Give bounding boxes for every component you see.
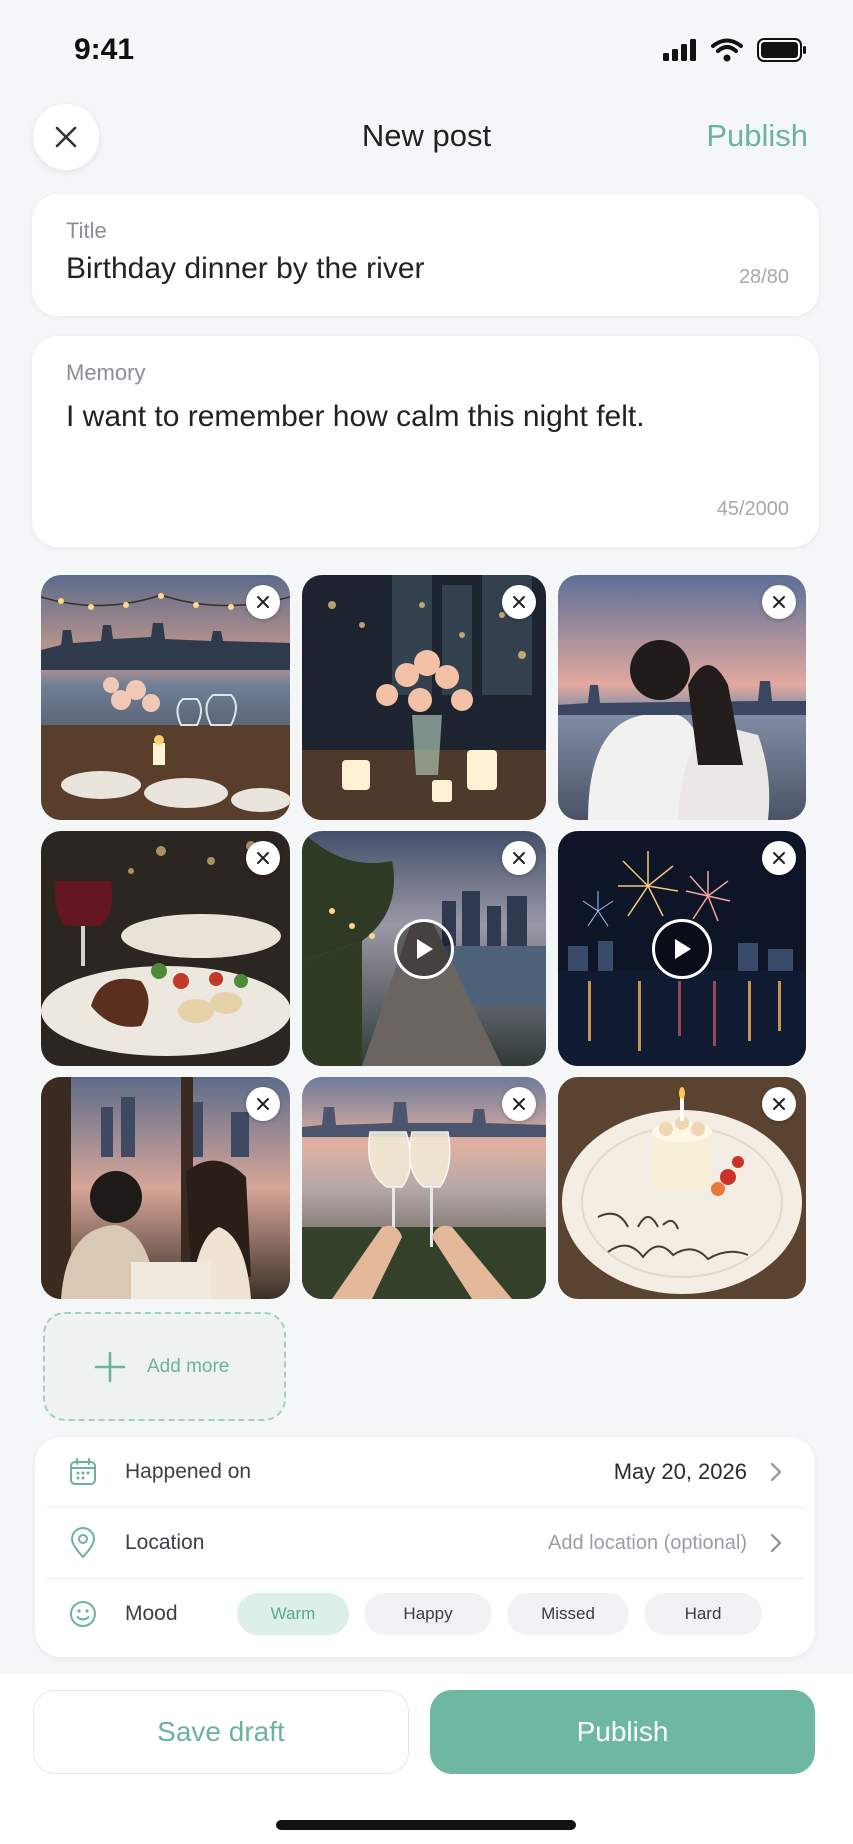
- wifi-icon: [711, 38, 743, 62]
- play-video-button[interactable]: [652, 918, 712, 979]
- mood-chip-hard[interactable]: Hard: [644, 1593, 762, 1635]
- memory-label: Memory: [66, 360, 146, 385]
- status-bar: 9:41: [0, 0, 853, 100]
- memory-textarea[interactable]: I want to remember how calm this night f…: [66, 400, 645, 434]
- title-field[interactable]: Title Birthday dinner by the river 28/80: [32, 194, 819, 316]
- calendar-icon: [63, 1457, 103, 1487]
- remove-media-button[interactable]: [762, 1087, 796, 1121]
- mood-label: Mood: [125, 1602, 178, 1625]
- play-video-button[interactable]: [394, 918, 454, 979]
- mood-chips: Warm Happy Missed Hard: [237, 1593, 762, 1635]
- battery-icon: [757, 38, 806, 62]
- location-input[interactable]: Add location (optional): [548, 1532, 747, 1555]
- location-label: Location: [125, 1531, 205, 1554]
- media-tile[interactable]: [558, 575, 806, 820]
- top-bar: New post Publish: [0, 100, 853, 180]
- close-icon: [513, 596, 525, 608]
- remove-media-button[interactable]: [246, 841, 280, 875]
- close-icon: [773, 852, 785, 864]
- title-input[interactable]: Birthday dinner by the river: [66, 252, 425, 286]
- close-icon: [513, 1098, 525, 1110]
- date-label: Happened on: [125, 1460, 252, 1483]
- close-icon: [773, 596, 785, 608]
- add-more-button[interactable]: Add more: [43, 1312, 286, 1421]
- media-tile[interactable]: [302, 575, 546, 820]
- remove-media-button[interactable]: [502, 585, 536, 619]
- bottom-action-bar: Save draft Publish: [0, 1674, 853, 1844]
- media-tile[interactable]: [302, 1077, 546, 1299]
- memory-counter: 45/2000: [716, 498, 789, 520]
- play-icon: [417, 938, 433, 959]
- play-icon: [675, 938, 691, 959]
- location-row[interactable]: Location Add location (optional): [45, 1508, 805, 1578]
- details-card: Happened on May 20, 2026 Location Add lo…: [35, 1437, 815, 1657]
- date-row[interactable]: Happened on May 20, 2026: [45, 1437, 805, 1507]
- smile-icon: [63, 1599, 103, 1629]
- media-tile[interactable]: [41, 575, 290, 820]
- publish-button[interactable]: Publish: [430, 1690, 815, 1774]
- save-draft-button[interactable]: Save draft: [33, 1690, 409, 1774]
- media-tile[interactable]: [41, 831, 290, 1066]
- close-icon: [257, 852, 269, 864]
- remove-media-button[interactable]: [762, 585, 796, 619]
- remove-media-button[interactable]: [502, 1087, 536, 1121]
- status-icons: [663, 38, 807, 62]
- home-indicator: [276, 1820, 576, 1830]
- remove-media-button[interactable]: [246, 1087, 280, 1121]
- add-more-label: Add more: [147, 1355, 230, 1377]
- status-time: 9:41: [74, 33, 135, 66]
- cellular-signal-icon: [663, 39, 696, 61]
- header-publish-button[interactable]: Publish: [706, 118, 808, 154]
- mood-chip-missed[interactable]: Missed: [507, 1593, 629, 1635]
- close-icon: [257, 596, 269, 608]
- close-icon: [513, 852, 525, 864]
- mood-chip-happy[interactable]: Happy: [364, 1593, 492, 1635]
- media-tile[interactable]: [302, 831, 546, 1066]
- close-icon: [773, 1098, 785, 1110]
- title-counter: 28/80: [738, 266, 789, 288]
- remove-media-button[interactable]: [246, 585, 280, 619]
- remove-media-button[interactable]: [762, 841, 796, 875]
- media-tile[interactable]: [558, 1077, 806, 1299]
- memory-field[interactable]: Memory I want to remember how calm this …: [32, 336, 819, 547]
- chevron-right-icon: [770, 1462, 782, 1482]
- remove-media-button[interactable]: [502, 841, 536, 875]
- date-value: May 20, 2026: [613, 1459, 747, 1484]
- media-tile[interactable]: [558, 831, 806, 1066]
- media-tile[interactable]: [41, 1077, 290, 1299]
- mood-row: Mood Warm Happy Missed Hard: [45, 1579, 805, 1649]
- location-pin-icon: [63, 1527, 103, 1559]
- title-label: Title: [66, 218, 107, 243]
- plus-icon: [94, 1351, 126, 1382]
- mood-chip-warm[interactable]: Warm: [237, 1593, 349, 1635]
- close-icon: [257, 1098, 269, 1110]
- chevron-right-icon: [770, 1533, 782, 1553]
